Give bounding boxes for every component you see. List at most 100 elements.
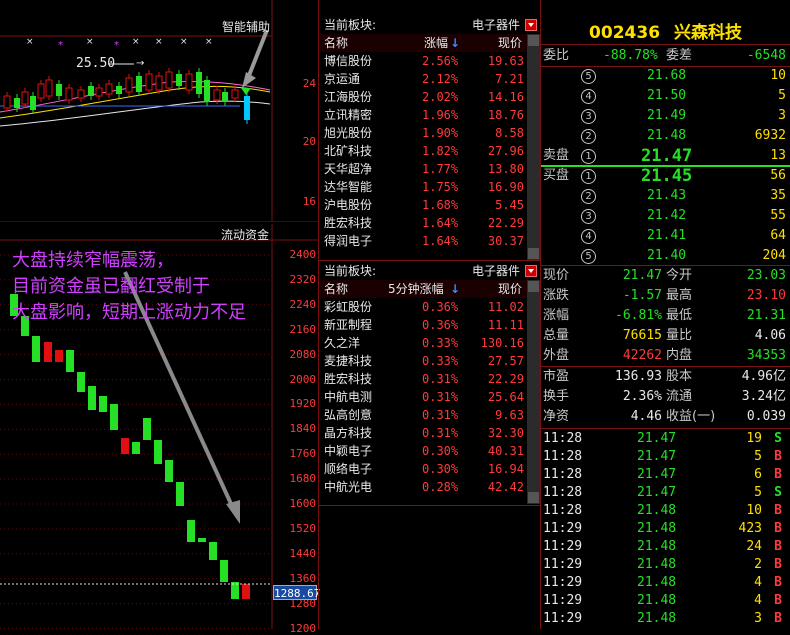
sell-label: 卖盘: [543, 148, 570, 163]
sector-row[interactable]: 沪电股份 1.68% 5.45: [320, 196, 540, 214]
sector-row[interactable]: 京运通 2.12% 7.21: [320, 70, 540, 88]
svg-text:×: ×: [26, 37, 34, 47]
flow-bar: [165, 460, 173, 482]
chevron-down-icon[interactable]: [525, 265, 537, 277]
sector-row[interactable]: 得润电子 1.64% 30.37: [320, 232, 540, 250]
sector-row[interactable]: 博信股份 2.56% 19.63: [320, 52, 540, 70]
sector-row[interactable]: 达华智能 1.75% 16.90: [320, 178, 540, 196]
scrollbar[interactable]: [527, 280, 540, 504]
tick-volume: 3: [754, 611, 762, 626]
stock-name-cell[interactable]: 中航光电: [324, 478, 372, 496]
sector-row[interactable]: 旭光股份 1.90% 8.58: [320, 124, 540, 142]
sector-row[interactable]: 中航电测 0.31% 25.64: [320, 388, 540, 406]
sector-row[interactable]: 北矿科技 1.82% 27.96: [320, 142, 540, 160]
sector-row[interactable]: 久之洋 0.33% 130.16: [320, 334, 540, 352]
stock-name-cell[interactable]: 顺络电子: [324, 460, 372, 478]
stock-name-cell[interactable]: 得润电子: [324, 232, 372, 250]
tick-volume: 5: [754, 449, 762, 464]
finance-label: 净资: [543, 409, 570, 424]
stock-name-cell[interactable]: 胜宏科技: [324, 370, 372, 388]
scroll-down-icon[interactable]: [528, 492, 539, 503]
stock-name-cell[interactable]: 中颖电子: [324, 442, 372, 460]
scroll-up-icon[interactable]: [528, 35, 539, 46]
kline-candle: [37, 83, 45, 99]
stock-name-cell[interactable]: 天华超净: [324, 160, 372, 178]
tick-time: 11:29: [543, 521, 583, 536]
column-name[interactable]: 名称: [324, 34, 348, 52]
stat-value: 34353: [746, 348, 786, 363]
tick-row: 11:28 21.47 19 S: [541, 430, 790, 448]
stock-name-cell[interactable]: 北矿科技: [324, 142, 372, 160]
scrollbar[interactable]: [527, 34, 540, 260]
stock-name-cell[interactable]: 彩虹股份: [324, 298, 372, 316]
column-name[interactable]: 名称: [324, 280, 348, 298]
price-cell: 16.90: [487, 180, 524, 194]
sector-row[interactable]: 胜宏科技 0.31% 22.29: [320, 370, 540, 388]
column-price[interactable]: 现价: [498, 34, 522, 52]
price-cell: 32.30: [487, 426, 524, 440]
sell-volume: 5: [778, 88, 786, 103]
level-index: 3: [581, 206, 596, 226]
sector-row[interactable]: 胜宏科技 1.64% 22.29: [320, 214, 540, 232]
stock-name-cell[interactable]: 新亚制程: [324, 316, 372, 334]
column-gain[interactable]: 涨幅: [424, 34, 448, 52]
stock-name-cell[interactable]: 立讯精密: [324, 106, 372, 124]
level-index-value: 1: [581, 149, 596, 164]
tick-price: 21.48: [637, 575, 677, 590]
flow-axis-label: 1440: [289, 546, 317, 560]
tick-side: B: [774, 449, 782, 464]
price-cell: 16.94: [487, 462, 524, 476]
flow-funds-panel[interactable]: 流动资金 2400 2320 2240 2160 2080 2000 1920 1840 176…: [0, 224, 321, 635]
kline-axis-label: 20: [302, 135, 316, 148]
sector-row[interactable]: 彩虹股份 0.36% 11.02: [320, 298, 540, 316]
finance-label: 换手: [543, 389, 570, 404]
stock-name-cell[interactable]: 弘高创意: [324, 406, 372, 424]
tick-side: B: [774, 557, 782, 572]
sector-row[interactable]: 顺络电子 0.30% 16.94: [320, 460, 540, 478]
annotation-line: 目前资金虽已翻红受制于: [12, 276, 210, 297]
flow-axis-label: 1920: [289, 397, 317, 411]
flow-axis-label: 1840: [289, 422, 317, 436]
sector-dropdown-value[interactable]: 电子器件: [472, 262, 520, 280]
stock-name-cell[interactable]: 京运通: [324, 70, 360, 88]
sector-row[interactable]: 中颖电子 0.30% 40.31: [320, 442, 540, 460]
sector-row[interactable]: 立讯精密 1.96% 18.76: [320, 106, 540, 124]
stock-name-cell[interactable]: 博信股份: [324, 52, 372, 70]
stock-name-cell[interactable]: 中航电测: [324, 388, 372, 406]
finance-row: 换手 2.36% 流通 3.24亿: [541, 387, 790, 407]
sector-row[interactable]: 中航光电 0.28% 42.42: [320, 478, 540, 496]
finance-value: 0.039: [746, 409, 786, 424]
sector-row[interactable]: 晶方科技 0.31% 32.30: [320, 424, 540, 442]
kline-chart-panel[interactable]: × * × * × × × × 智能辅助 25.50 → 24 20 16: [0, 0, 318, 222]
stock-name-cell[interactable]: 旭光股份: [324, 124, 372, 142]
stock-name-cell[interactable]: 麦捷科技: [324, 352, 372, 370]
tick-price: 21.48: [637, 557, 677, 572]
stock-name-cell[interactable]: 江海股份: [324, 88, 372, 106]
flow-current-value: 1288.67: [273, 585, 321, 600]
stock-name-cell[interactable]: 沪电股份: [324, 196, 372, 214]
buy-price: 21.43: [647, 188, 687, 203]
stock-name-cell[interactable]: 达华智能: [324, 178, 372, 196]
sector-row[interactable]: 麦捷科技 0.33% 27.57: [320, 352, 540, 370]
scroll-up-icon[interactable]: [528, 281, 539, 292]
sector-row[interactable]: 天华超净 1.77% 13.80: [320, 160, 540, 178]
scroll-down-icon[interactable]: [528, 248, 539, 259]
kline-candle: [56, 84, 62, 96]
sector-row[interactable]: 弘高创意 0.31% 9.63: [320, 406, 540, 424]
sector-row[interactable]: 江海股份 2.02% 14.16: [320, 88, 540, 106]
stock-name-cell[interactable]: 久之洋: [324, 334, 360, 352]
tick-row: 11:29 21.48 2 B: [541, 556, 790, 574]
sector-row[interactable]: 新亚制程 0.36% 11.11: [320, 316, 540, 334]
chevron-down-icon[interactable]: [525, 19, 537, 31]
tick-price: 21.47: [637, 467, 677, 482]
column-5min-gain[interactable]: 5分钟涨幅: [388, 280, 444, 298]
stock-name-cell[interactable]: 胜宏科技: [324, 214, 372, 232]
price-cell: 5.45: [495, 198, 524, 212]
gain-cell: 1.75%: [422, 180, 459, 194]
tick-price: 21.47: [637, 431, 677, 446]
stock-name-cell[interactable]: 晶方科技: [324, 424, 372, 442]
column-price[interactable]: 现价: [498, 280, 522, 298]
price-cell: 40.31: [487, 444, 524, 458]
tick-price: 21.48: [637, 503, 677, 518]
sector-dropdown-value[interactable]: 电子器件: [472, 16, 520, 34]
